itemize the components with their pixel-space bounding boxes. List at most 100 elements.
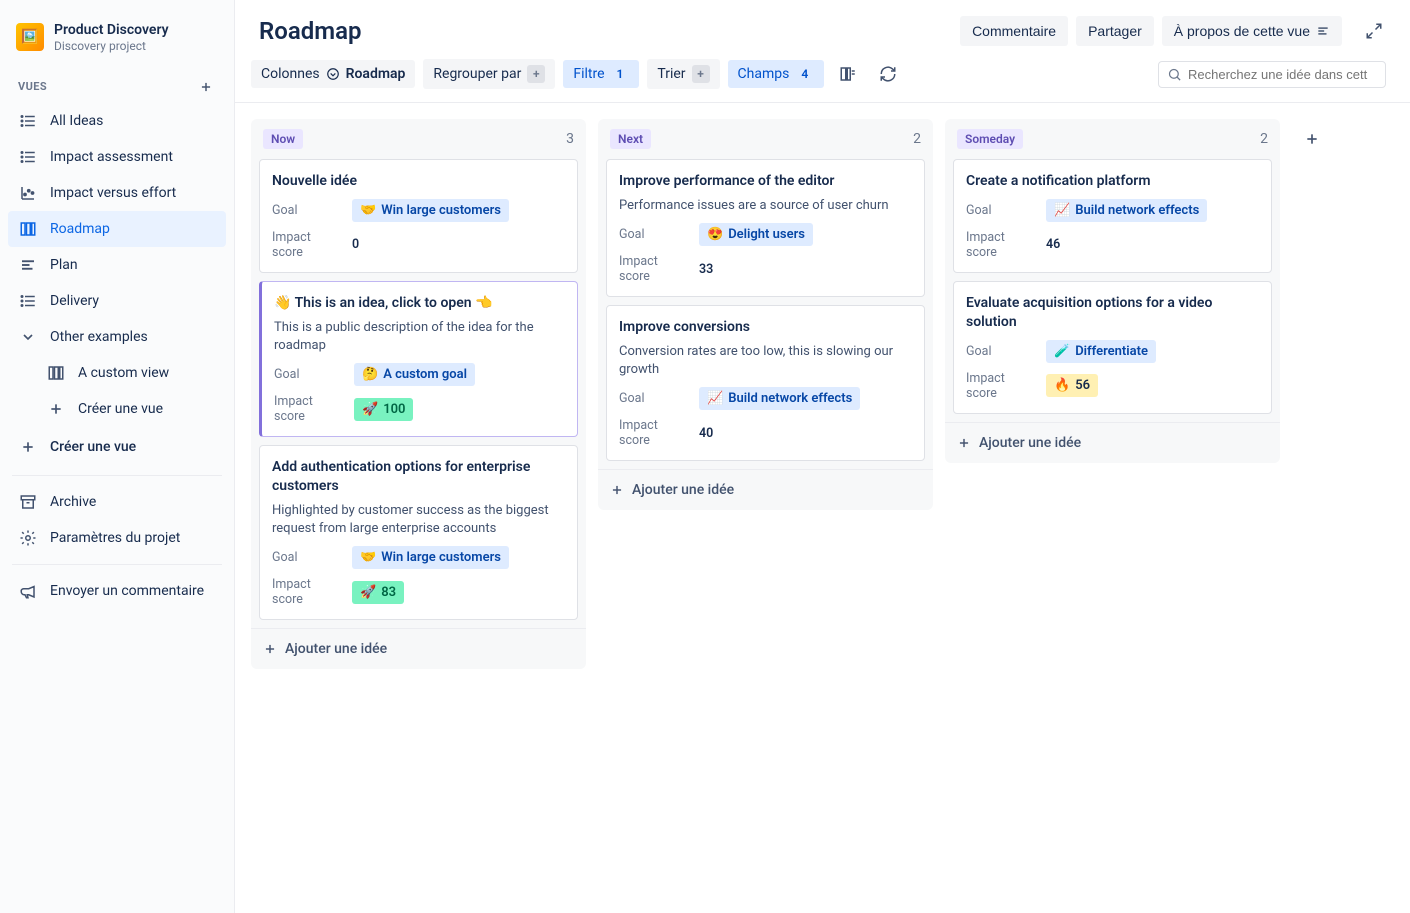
card-field-row: Goal 🤔 A custom goal	[274, 363, 565, 386]
field-value: 33	[699, 262, 713, 277]
card-field-row: Goal😍Delight users	[619, 223, 912, 246]
card[interactable]: Improve conversions Conversion rates are …	[606, 305, 925, 461]
tag-emoji-icon: 🤔	[362, 367, 378, 382]
card[interactable]: Evaluate acquisition options for a video…	[953, 281, 1272, 414]
field-label: Impact score	[619, 254, 691, 284]
field-label: Impact score	[272, 577, 344, 607]
card[interactable]: Create a notification platform Goal 📈Build…	[953, 159, 1272, 273]
field-label: Impact score	[619, 418, 691, 448]
column-header[interactable]: Now3	[251, 119, 586, 159]
field-tag: 🤔 A custom goal	[354, 363, 475, 386]
share-button[interactable]: Partager	[1076, 16, 1154, 46]
tag-text: Build network effects	[1075, 203, 1199, 218]
column-now: Now3Nouvelle idéeGoal🤝Win large customer…	[251, 119, 586, 669]
card-title: Add authentication options for enterpris…	[272, 458, 565, 496]
tag-emoji-icon: 🚀	[360, 585, 376, 600]
card-description: Performance issues are a source of user …	[619, 197, 912, 215]
add-column-button[interactable]	[1292, 119, 1332, 159]
filter-chip[interactable]: Filtre 1	[563, 60, 639, 88]
sidebar-item-label: All Ideas	[50, 113, 103, 129]
plus-icon	[18, 437, 38, 457]
nav-list: All Ideas Impact assessment Impact versus …	[8, 103, 226, 427]
sidebar-item-créer-une-vue[interactable]: Créer une vue	[36, 391, 226, 427]
card-field-row: Goal🧪Differentiate	[966, 340, 1259, 363]
card-title: 👋 This is an idea, click to open 👈	[274, 294, 565, 313]
column-name-badge: Next	[610, 129, 651, 149]
tag-text: Win large customers	[381, 550, 501, 565]
gear-icon	[18, 528, 38, 548]
sidebar-item-impact-assessment[interactable]: Impact assessment	[8, 139, 226, 175]
lines-icon	[1316, 24, 1330, 38]
layout-settings-icon-button[interactable]	[832, 58, 864, 90]
add-card-button[interactable]: Ajouter une idée	[945, 422, 1280, 463]
plus-icon	[46, 399, 66, 419]
archive-icon	[18, 492, 38, 512]
sidebar-item-other-examples[interactable]: Other examples	[8, 319, 226, 355]
sidebar-item-label: Impact assessment	[50, 149, 173, 165]
group-by-chip[interactable]: Regrouper par +	[423, 59, 555, 89]
search-input[interactable]	[1188, 67, 1377, 82]
footer-item-paramètres-du-projet[interactable]: Paramètres du projet	[8, 520, 226, 556]
add-card-button[interactable]: Ajouter une idée	[251, 628, 586, 669]
tag-text: 83	[381, 585, 396, 600]
expand-icon-button[interactable]	[1362, 19, 1386, 43]
column-body: Nouvelle idéeGoal🤝Win large customersImp…	[251, 159, 586, 628]
fields-chip[interactable]: Champs 4	[728, 60, 825, 88]
card[interactable]: Nouvelle idéeGoal🤝Win large customersImp…	[259, 159, 578, 273]
sidebar-item-all-ideas[interactable]: All Ideas	[8, 103, 226, 139]
add-view-icon-button[interactable]	[196, 77, 216, 97]
field-label: Goal	[274, 367, 346, 382]
refresh-icon-button[interactable]	[872, 58, 904, 90]
card-description: Conversion rates are too low, this is sl…	[619, 343, 912, 379]
search-box[interactable]	[1158, 61, 1386, 88]
top-actions: Commentaire Partager À propos de cette v…	[960, 16, 1386, 46]
comment-button[interactable]: Commentaire	[960, 16, 1068, 46]
field-label: Impact score	[272, 230, 344, 260]
card-field-row: Goal📈Build network effects	[619, 387, 912, 410]
plus-icon	[610, 482, 624, 498]
sidebar-item-a-custom-view[interactable]: A custom view	[36, 355, 226, 391]
plus-icon: +	[692, 65, 710, 83]
sidebar-item-label: A custom view	[78, 365, 169, 381]
footer-item-envoyer-un-commentaire[interactable]: Envoyer un commentaire	[8, 573, 226, 609]
card[interactable]: Improve performance of the editorPerform…	[606, 159, 925, 297]
card[interactable]: Add authentication options for enterpris…	[259, 445, 578, 620]
chevron-down-circle-icon	[326, 67, 340, 81]
plus-icon	[957, 435, 971, 451]
card[interactable]: 👋 This is an idea, click to open 👈This i…	[259, 281, 578, 437]
sidebar-item-delivery[interactable]: Delivery	[8, 283, 226, 319]
sidebar-item-roadmap[interactable]: Roadmap	[8, 211, 226, 247]
page-title: Roadmap	[259, 17, 361, 45]
field-tag: 🤝Win large customers	[352, 199, 509, 222]
footer-item-archive[interactable]: Archive	[8, 484, 226, 520]
field-tag: 📈Build network effects	[1046, 199, 1207, 222]
create-view-button[interactable]: Créer une vue	[8, 427, 226, 467]
chart-icon	[18, 183, 38, 203]
column-someday: Someday2 Create a notification platform Go…	[945, 119, 1280, 463]
sort-chip[interactable]: Trier +	[647, 59, 719, 89]
column-header[interactable]: Someday2	[945, 119, 1280, 159]
column-body: Create a notification platform Goal 📈Build…	[945, 159, 1280, 422]
divider	[12, 475, 222, 476]
card-field-row: Impact score40	[619, 418, 912, 448]
card-title: Improve conversions	[619, 318, 912, 337]
footer-item-label: Archive	[50, 494, 96, 510]
column-body: Improve performance of the editorPerform…	[598, 159, 933, 469]
card-title: Create a notification platform	[966, 172, 1259, 191]
megaphone-icon	[18, 581, 38, 601]
add-card-button[interactable]: Ajouter une idée	[598, 469, 933, 510]
card-field-row: Impact score 🚀 83	[272, 577, 565, 607]
project-icon: 🖼️	[16, 23, 44, 51]
add-card-label: Ajouter une idée	[632, 482, 734, 498]
about-view-button[interactable]: À propos de cette vue	[1162, 16, 1342, 46]
field-label: Goal	[619, 227, 691, 242]
sidebar-item-plan[interactable]: Plan	[8, 247, 226, 283]
tag-emoji-icon: 🔥	[1054, 378, 1070, 393]
sidebar-item-impact-versus-effort[interactable]: Impact versus effort	[8, 175, 226, 211]
columns-chip[interactable]: Colonnes Roadmap	[251, 60, 415, 88]
field-label: Goal	[966, 203, 1038, 218]
column-header[interactable]: Next2	[598, 119, 933, 159]
project-header[interactable]: 🖼️ Product Discovery Discovery project	[8, 16, 226, 67]
sidebar-item-label: Roadmap	[50, 221, 110, 237]
tag-text: A custom goal	[383, 367, 467, 382]
